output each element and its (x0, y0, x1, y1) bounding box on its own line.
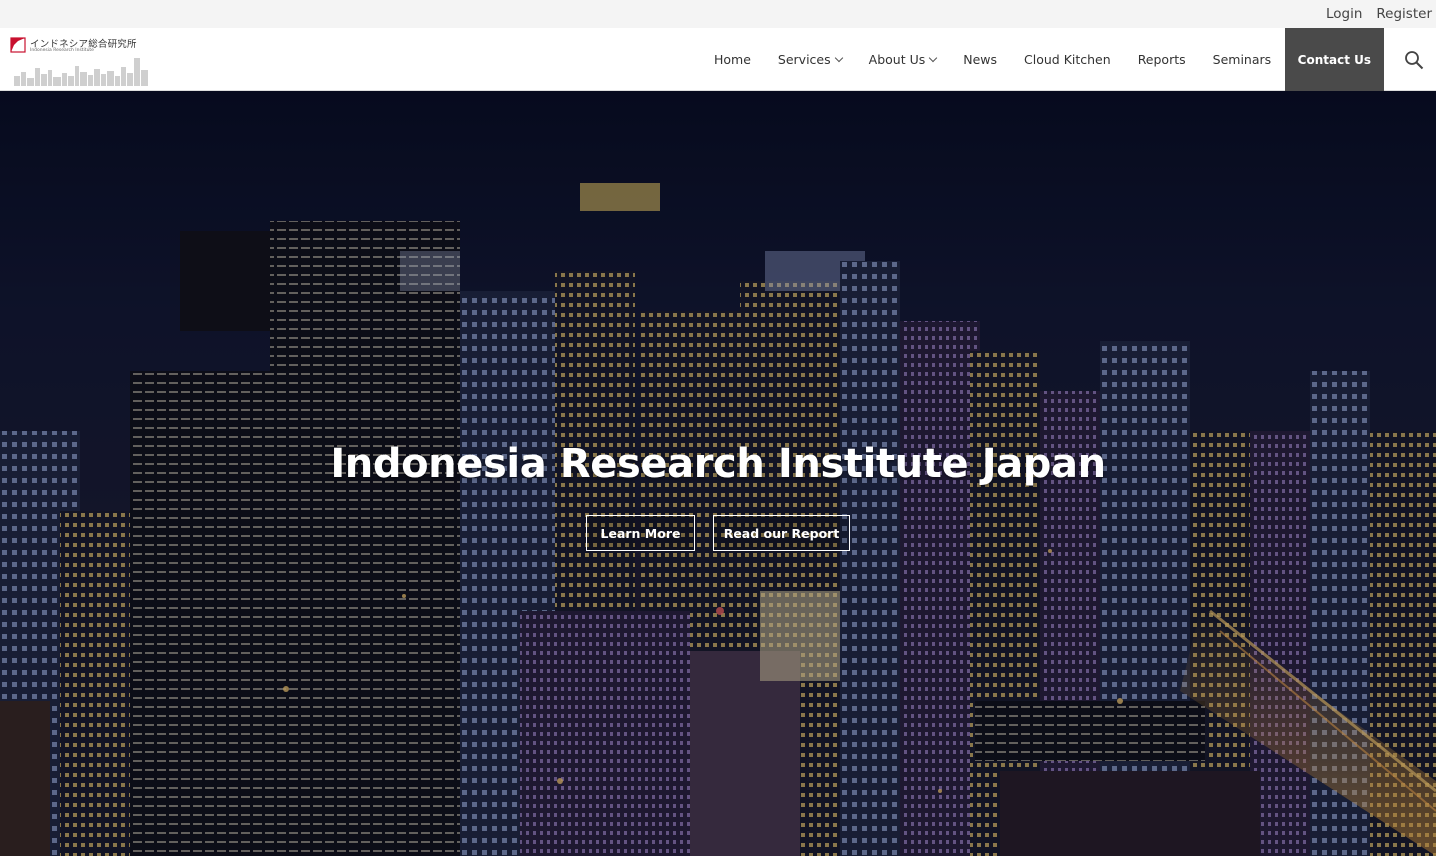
site-logo[interactable]: インドネシア総合研究所 Indonesia Research Institute (10, 36, 150, 86)
main-nav: Home Services About Us News Cloud Kitche… (701, 28, 1384, 91)
read-report-button[interactable]: Read our Report (713, 515, 850, 551)
hero-buttons: Learn More Read our Report (0, 515, 1436, 551)
login-link[interactable]: Login (1326, 6, 1362, 22)
learn-more-button[interactable]: Learn More (586, 515, 695, 551)
hero-section: Indonesia Research Institute Japan Learn… (0, 91, 1436, 856)
nav-reports[interactable]: Reports (1124, 28, 1199, 91)
contact-us-label: Contact Us (1297, 52, 1371, 67)
nav-services[interactable]: Services (764, 28, 855, 91)
chevron-down-icon (834, 53, 843, 63)
search-button[interactable] (1400, 46, 1428, 74)
site-header: インドネシア総合研究所 Indonesia Research Institute (0, 28, 1436, 91)
register-link[interactable]: Register (1376, 6, 1432, 22)
nav-seminars[interactable]: Seminars (1199, 28, 1285, 91)
nav-home[interactable]: Home (701, 28, 765, 91)
nav-reports-label: Reports (1137, 52, 1186, 67)
nav-about-us[interactable]: About Us (855, 28, 950, 91)
chevron-down-icon (928, 53, 938, 63)
nav-news-label: News (963, 52, 998, 67)
logo-skyline-icon (14, 58, 148, 86)
nav-cloud-kitchen-label: Cloud Kitchen (1024, 52, 1111, 67)
logo-en-text: Indonesia Research Institute (30, 48, 94, 53)
nav-home-label: Home (714, 52, 751, 67)
search-icon (1405, 51, 1424, 70)
logo-mark-icon (10, 37, 26, 53)
contact-us-button[interactable]: Contact Us (1284, 28, 1384, 91)
nav-about-us-label: About Us (868, 52, 926, 67)
hero-title: Indonesia Research Institute Japan (330, 441, 1106, 487)
nav-news[interactable]: News (950, 28, 1011, 91)
nav-seminars-label: Seminars (1212, 52, 1272, 67)
nav-services-label: Services (777, 52, 831, 67)
utility-bar: Login Register (0, 0, 1436, 28)
nav-cloud-kitchen[interactable]: Cloud Kitchen (1011, 28, 1125, 91)
